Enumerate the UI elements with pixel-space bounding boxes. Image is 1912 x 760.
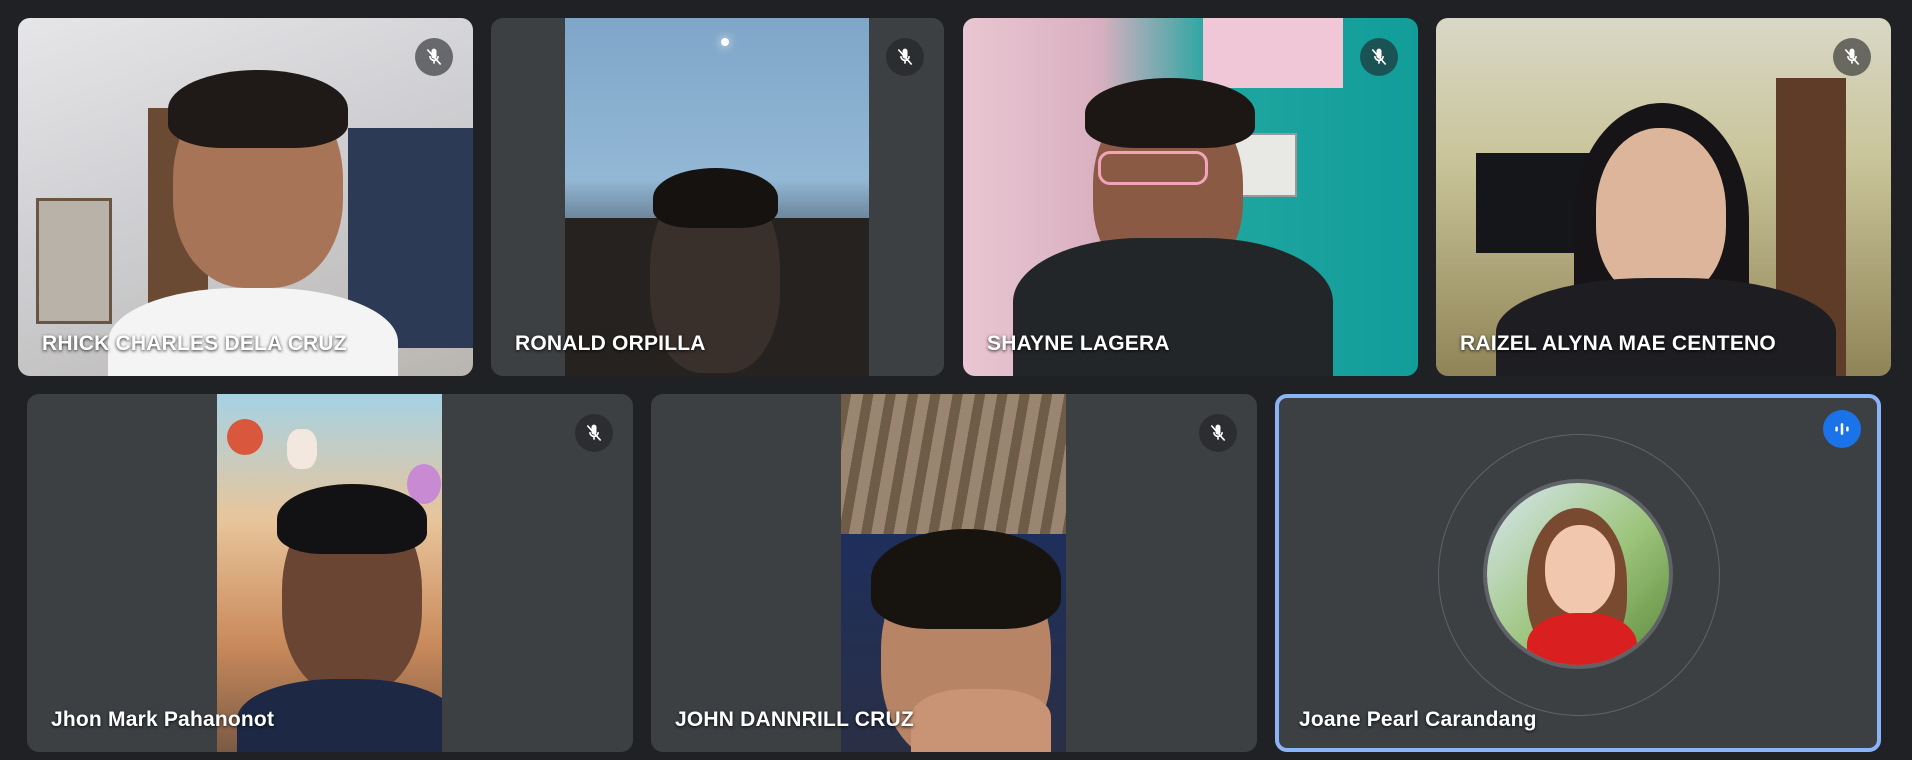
mic-off-icon bbox=[1360, 38, 1398, 76]
audio-level-icon bbox=[1823, 410, 1861, 448]
mic-off-icon bbox=[886, 38, 924, 76]
participant-tile-john-dannrill[interactable]: JOHN DANNRILL CRUZ bbox=[651, 394, 1257, 752]
video-feed bbox=[841, 394, 1066, 752]
video-feed bbox=[1436, 18, 1891, 376]
participant-tile-rhick[interactable]: RHICK CHARLES DELA CRUZ bbox=[18, 18, 473, 376]
participant-tile-shayne[interactable]: SHAYNE LAGERA bbox=[963, 18, 1418, 376]
video-feed bbox=[217, 394, 442, 752]
participant-tile-raizel[interactable]: RAIZEL ALYNA MAE CENTENO bbox=[1436, 18, 1891, 376]
participant-tile-ronald[interactable]: RONALD ORPILLA bbox=[491, 18, 944, 376]
participant-name: Joane Pearl Carandang bbox=[1299, 708, 1537, 731]
mic-off-icon bbox=[1833, 38, 1871, 76]
avatar bbox=[1483, 479, 1673, 669]
video-feed bbox=[18, 18, 473, 376]
participant-name: RHICK CHARLES DELA CRUZ bbox=[42, 332, 347, 355]
participant-name: JOHN DANNRILL CRUZ bbox=[675, 708, 914, 731]
video-feed bbox=[565, 18, 869, 376]
participant-name: RAIZEL ALYNA MAE CENTENO bbox=[1460, 332, 1776, 355]
mic-off-icon bbox=[575, 414, 613, 452]
participant-tile-joane[interactable]: Joane Pearl Carandang bbox=[1275, 394, 1881, 752]
participant-tile-jhon-mark[interactable]: Jhon Mark Pahanonot bbox=[27, 394, 633, 752]
video-feed bbox=[963, 18, 1418, 376]
mic-off-icon bbox=[415, 38, 453, 76]
participant-name: Jhon Mark Pahanonot bbox=[51, 708, 275, 731]
participant-name: SHAYNE LAGERA bbox=[987, 332, 1170, 355]
participant-name: RONALD ORPILLA bbox=[515, 332, 706, 355]
mic-off-icon bbox=[1199, 414, 1237, 452]
